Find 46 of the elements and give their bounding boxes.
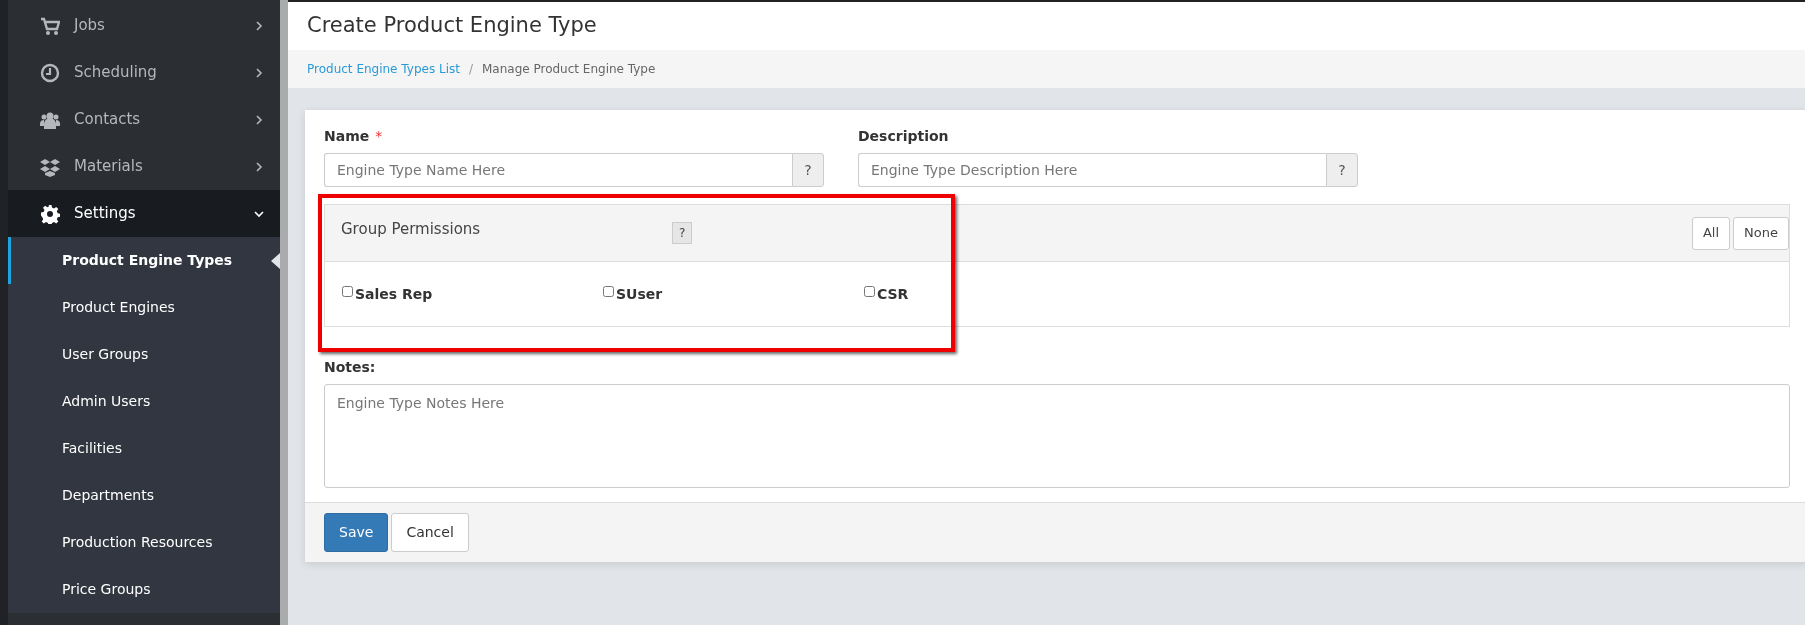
breadcrumb-separator: /	[468, 61, 473, 78]
select-button[interactable]: All	[1691, 216, 1731, 250]
gear-icon	[40, 203, 60, 224]
checkbox-label[interactable]: SUser	[616, 283, 663, 305]
breadcrumb-current: Manage Product Engine Type	[482, 61, 656, 78]
sidebar-subitem[interactable]: Departments	[8, 472, 280, 519]
clock-icon	[40, 62, 60, 83]
panel-title: Group Permissions	[341, 218, 481, 240]
sidebar-item[interactable]: Jobs	[8, 2, 280, 49]
checkbox[interactable]	[342, 285, 353, 297]
field-label: Name *	[324, 127, 384, 146]
notes-label: Notes:	[324, 358, 377, 377]
field-label: Description	[858, 127, 950, 146]
checkbox[interactable]	[864, 285, 875, 297]
sidebar-item[interactable]: Settings	[8, 190, 280, 237]
sidebar-item[interactable]: Scheduling	[8, 49, 280, 96]
sidebar-subitem[interactable]: Facilities	[8, 425, 280, 472]
page-title: Create Product Engine Type	[307, 12, 597, 40]
boxes-icon	[40, 156, 60, 177]
chevron-right-icon	[254, 67, 264, 78]
chevron-right-icon	[254, 114, 264, 125]
checkbox-label[interactable]: CSR	[877, 283, 909, 305]
chevron-right-icon	[254, 161, 264, 172]
checkbox[interactable]	[603, 285, 614, 297]
chevron-right-icon	[254, 20, 264, 31]
select-button[interactable]: None	[1733, 216, 1789, 250]
save-button[interactable]: Save	[324, 513, 389, 552]
sidebar-subitem[interactable]: Product Engines	[8, 284, 280, 331]
checkbox-label[interactable]: Sales Rep	[355, 283, 433, 305]
help-button[interactable]: ?	[1326, 153, 1358, 187]
sidebar-subitem[interactable]: Admin Users	[8, 378, 280, 425]
sidebar-item[interactable]: Contacts	[8, 96, 280, 143]
text-field[interactable]: Engine Type Description Here	[858, 153, 1326, 187]
cancel-button[interactable]: Cancel	[391, 513, 469, 552]
sidebar-item[interactable]: Materials	[8, 143, 280, 190]
help-button[interactable]: ?	[672, 222, 693, 244]
cart-icon	[40, 15, 60, 36]
sidebar-subitem[interactable]: Price Groups	[8, 566, 280, 613]
sidebar-subitem[interactable]: User Groups	[8, 331, 280, 378]
help-button[interactable]: ?	[792, 153, 824, 187]
scrollbar[interactable]	[280, 0, 288, 625]
chevron-down-icon	[254, 208, 264, 219]
pointer-icon	[271, 253, 280, 269]
text-field[interactable]: Engine Type Name Here	[324, 153, 792, 187]
sidebar-subitem[interactable]: Production Resources	[8, 519, 280, 566]
notes-field[interactable]: Engine Type Notes Here	[324, 384, 1790, 488]
